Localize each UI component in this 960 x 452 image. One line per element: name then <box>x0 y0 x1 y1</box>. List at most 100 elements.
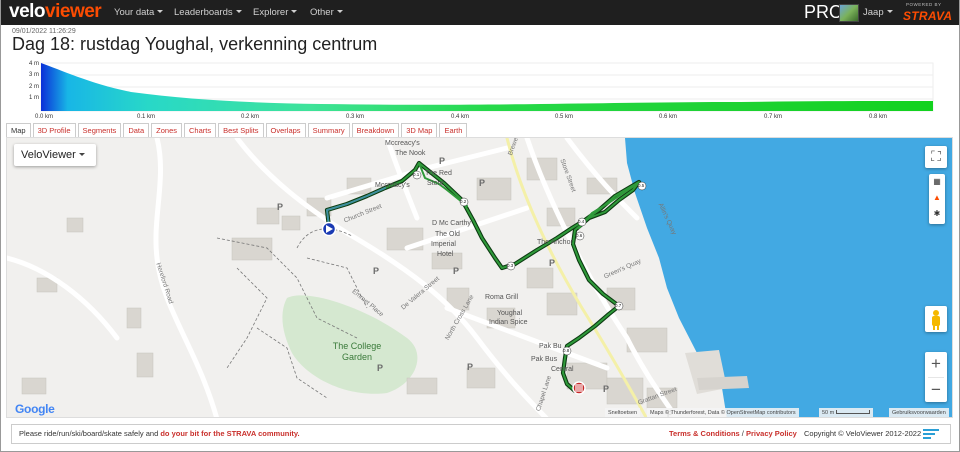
map-type-label: VeloViewer <box>21 149 76 161</box>
km-marker-label: 0.8 <box>563 348 570 353</box>
poi-label: The Anchor <box>537 239 573 246</box>
menu-label: Leaderboards <box>174 7 233 18</box>
harbour-water <box>625 138 952 417</box>
x-tick-label: 0.0 km <box>35 114 54 120</box>
zoom-control: + − <box>925 352 947 402</box>
parking-icon: P <box>439 156 446 166</box>
tab-segments[interactable]: Segments <box>77 123 122 137</box>
scale-label: 50 m <box>822 410 835 416</box>
user-menu[interactable]: Jaap <box>863 7 893 18</box>
x-tick-label: 0.6 km <box>659 114 678 120</box>
zoom-out-button[interactable]: − <box>925 378 947 403</box>
keyboard-shortcuts-link[interactable]: Sneltoetsen <box>605 408 641 417</box>
menu-leaderboards[interactable]: Leaderboards <box>174 7 242 18</box>
top-navbar: veloviewer Your data Leaderboards Explor… <box>1 0 959 25</box>
fullscreen-button[interactable]: ⛶ <box>925 146 947 168</box>
tab-3d-map[interactable]: 3D Map <box>401 123 438 137</box>
km-marker-label: 0.7 <box>615 303 622 308</box>
strava-logo[interactable]: STRAVA <box>903 9 952 23</box>
tab-best-splits[interactable]: Best Splits <box>218 123 264 137</box>
bars-icon[interactable] <box>923 428 939 440</box>
tab-summary[interactable]: Summary <box>307 123 350 137</box>
parking-icon: P <box>479 178 486 188</box>
parking-icon: P <box>549 258 556 268</box>
zoom-in-button[interactable]: + <box>925 352 947 377</box>
menu-your-data[interactable]: Your data <box>114 7 164 18</box>
parking-icon: P <box>373 266 380 276</box>
street-view-button[interactable] <box>925 306 947 332</box>
km-marker-label: 0.1 <box>413 172 420 177</box>
km-marker-label: 0.4 <box>578 219 585 224</box>
menu-label: Your data <box>114 7 155 18</box>
view-tabs: Map 3D Profile Segments Data Zones Chart… <box>6 123 469 137</box>
quay <box>697 376 749 390</box>
tab-map[interactable]: Map <box>6 123 31 137</box>
menu-other[interactable]: Other <box>310 7 343 18</box>
safety-note: Please ride/run/ski/board/skate safely a… <box>19 425 300 443</box>
x-tick-label: 0.4 km <box>451 114 470 120</box>
menu-explorer[interactable]: Explorer <box>253 7 298 18</box>
parking-icon: P <box>453 266 460 276</box>
gear-icon[interactable]: ✱ <box>929 206 945 222</box>
parking-icon: P <box>603 384 610 394</box>
elevation-profile[interactable]: 4 m 3 m 2 m 1 m 0.0 km 0.1 km 0.2 km 0.3… <box>21 58 941 122</box>
strava-icon[interactable]: ▲ <box>929 190 945 206</box>
avatar[interactable] <box>839 4 859 22</box>
poi-label: The Nook <box>395 150 426 157</box>
chevron-down-icon <box>235 10 242 13</box>
checkered-flag-icon <box>575 384 583 392</box>
page-title: Dag 18: rustdag Youghal, verkenning cent… <box>12 34 378 54</box>
km-marker-label: 0.5 <box>638 183 645 188</box>
x-tick-label: 0.8 km <box>869 114 888 120</box>
poi-label: Central <box>551 366 574 373</box>
tab-3d-profile[interactable]: 3D Profile <box>32 123 76 137</box>
poi-label: Store <box>427 180 444 187</box>
tab-breakdown[interactable]: Breakdown <box>351 123 400 137</box>
map-tools: ▦ ▲ ✱ <box>929 174 945 224</box>
tab-overlaps[interactable]: Overlaps <box>265 123 306 137</box>
poi-label: The Old <box>435 231 460 238</box>
powered-by-label: POWERED BY <box>906 2 942 7</box>
terms-link[interactable]: Terms & Conditions <box>669 429 740 438</box>
menu-label: Other <box>310 7 334 18</box>
km-marker-label: 0.6 <box>576 233 583 238</box>
pegman-icon <box>932 310 940 330</box>
km-marker-label: 0.3 <box>507 263 514 268</box>
map-attribution: Maps © Thunderforest, Data © OpenStreetM… <box>647 408 799 417</box>
x-tick-label: 0.7 km <box>764 114 783 120</box>
tab-zones[interactable]: Zones <box>151 123 183 137</box>
map-type-selector[interactable]: VeloViewer <box>14 144 96 166</box>
scale-bar <box>836 410 871 414</box>
elevation-plot <box>40 62 934 112</box>
logo-part-velo: velo <box>9 1 46 22</box>
tab-data[interactable]: Data <box>123 123 150 137</box>
pro-badge: PRO <box>804 2 844 22</box>
parking-icon: P <box>467 362 474 372</box>
copyright: Copyright © VeloViewer 2012-2022 <box>804 429 922 438</box>
chevron-down-icon <box>886 10 893 13</box>
route-map[interactable]: 0.1 0.2 0.3 0.4 0.5 0.6 0.7 0.8 Mccreacy… <box>6 137 953 418</box>
poi-label: Roma Grill <box>485 294 519 301</box>
grid-icon[interactable]: ▦ <box>929 174 945 190</box>
legal-links: Terms & Conditions / Privacy Policy <box>669 429 797 438</box>
map-scale[interactable]: 50 m <box>819 408 874 417</box>
poi-label: Imperial <box>431 241 456 248</box>
chevron-down-icon <box>291 10 298 13</box>
park-label: The College Garden <box>332 341 382 362</box>
tab-charts[interactable]: Charts <box>184 123 217 137</box>
x-tick-label: 0.1 km <box>137 114 156 120</box>
chevron-down-icon <box>336 10 343 13</box>
google-logo[interactable]: Google <box>15 402 55 416</box>
veloviewer-logo[interactable]: veloviewer <box>9 1 102 23</box>
tab-earth[interactable]: Earth <box>439 123 468 137</box>
community-link[interactable]: do your bit for the STRAVA community. <box>160 429 299 438</box>
poi-label: Mccreacy's <box>375 182 410 189</box>
terms-of-use-link[interactable]: Gebruiksvoorwaarden <box>889 408 949 417</box>
privacy-link[interactable]: Privacy Policy <box>746 429 797 438</box>
parking-icon: P <box>377 363 384 373</box>
poi-label: Pak Bus <box>531 356 558 363</box>
footer: Please ride/run/ski/board/skate safely a… <box>11 424 951 444</box>
poi-label: Mccreacy's <box>385 140 420 147</box>
fullscreen-icon: ⛶ <box>931 148 941 164</box>
google-logo-text: Google <box>15 402 55 416</box>
